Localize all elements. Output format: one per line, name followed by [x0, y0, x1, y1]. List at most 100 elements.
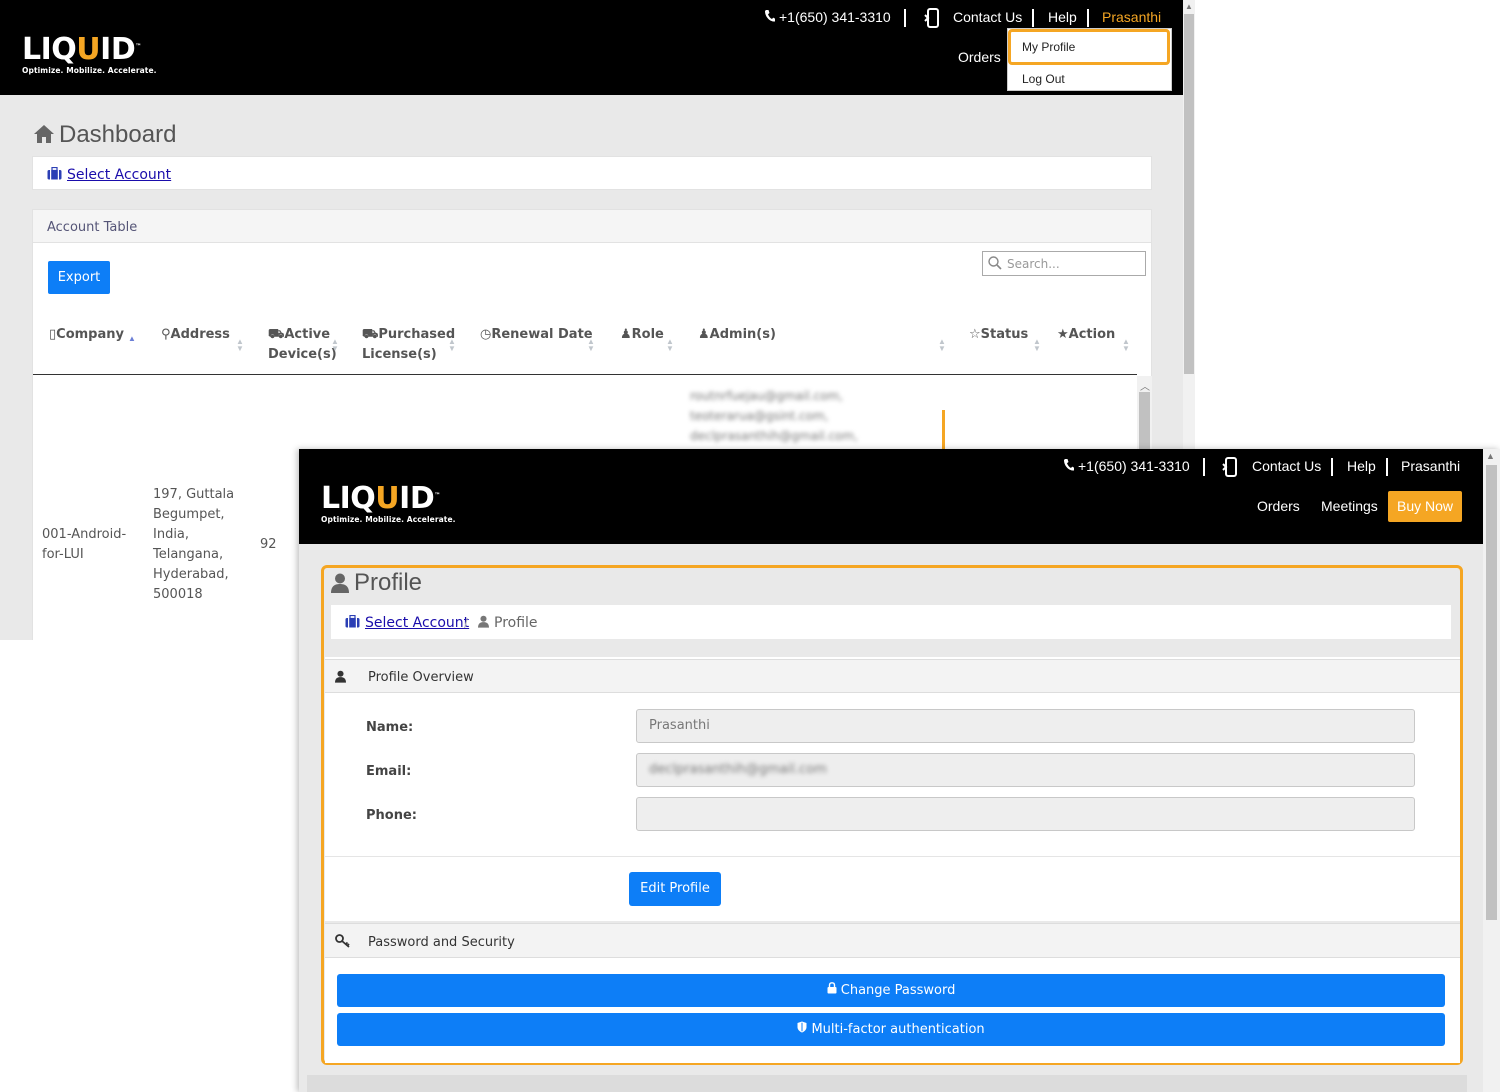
phone-field[interactable] [636, 797, 1415, 831]
header-orders[interactable]: Orders [1257, 498, 1300, 514]
edit-profile-button[interactable]: Edit Profile [629, 872, 721, 906]
column-header-status[interactable]: ☆Status [969, 325, 1028, 345]
phone-icon [764, 9, 775, 26]
breadcrumb: Select Account / Profile [331, 605, 1451, 639]
scroll-up-icon[interactable]: ▲ [1185, 2, 1193, 11]
header-divider [1331, 458, 1333, 476]
page-footer-strip [307, 1075, 1467, 1092]
header-divider [1032, 9, 1034, 27]
email-label: Email: [366, 764, 412, 779]
cell-admins: routnrfuejau@gmail.com, teoterarua@gsint… [690, 389, 858, 443]
export-button[interactable]: Export [48, 261, 110, 294]
sort-icon[interactable]: ▲ ▼ [1033, 338, 1041, 353]
sort-ascending-icon[interactable]: ▲ [128, 335, 136, 343]
cart-icon: ⛟ [362, 327, 379, 342]
phone-icon [1063, 458, 1074, 475]
header-user-menu[interactable]: Prasanthi [1401, 458, 1460, 474]
star-icon: ★ [1057, 327, 1069, 342]
password-security-heading: Password and Security [325, 923, 1460, 958]
cart-icon: ⛟ [268, 327, 285, 342]
header-divider [1203, 458, 1205, 476]
menu-item-log-out[interactable]: Log Out [1008, 72, 1171, 86]
column-header-active-devices[interactable]: ⛟Active Device(s) [268, 325, 337, 365]
header-phone[interactable]: +1(650) 341-3310 [779, 9, 891, 25]
password-security-panel: Password and Security Change Password Mu… [325, 923, 1460, 1063]
liquid-logo[interactable]: LIQUID™ Optimize. Mobilize. Accelerate. [22, 32, 157, 76]
column-header-address[interactable]: ⚲Address [161, 325, 230, 345]
divider [325, 856, 1460, 857]
mobile-device-icon [1222, 457, 1240, 480]
phone-label: Phone: [366, 808, 417, 823]
column-header-purchased-licenses[interactable]: ⛟Purchased License(s) [362, 325, 455, 365]
liquid-logo[interactable]: LIQUID™ Optimize. Mobilize. Accelerate. [321, 481, 456, 525]
select-account-link[interactable]: Select Account [67, 167, 171, 183]
change-password-button[interactable]: Change Password [337, 974, 1445, 1007]
search-placeholder: Search... [1007, 257, 1060, 271]
mfa-button[interactable]: Multi-factor authentication [337, 1013, 1445, 1046]
lock-icon [827, 982, 837, 998]
sort-icon[interactable]: ▲ ▼ [666, 338, 674, 353]
section-title: Password and Security [368, 935, 515, 950]
scroll-up-icon[interactable]: ︿ [1140, 378, 1150, 393]
map-marker-icon: ⚲ [161, 327, 171, 342]
mobile-device-icon [924, 8, 942, 31]
user-icon [335, 670, 346, 688]
table-search-input[interactable]: Search... [982, 251, 1146, 276]
account-table-title: Account Table [47, 220, 138, 235]
buy-now-button[interactable]: Buy Now [1388, 491, 1462, 522]
column-header-renewal-date[interactable]: ◷Renewal Date [480, 325, 593, 345]
scroll-up-icon[interactable]: ▲ [1486, 451, 1495, 461]
key-icon [335, 934, 350, 953]
profile-screen: LIQUID™ Optimize. Mobilize. Accelerate. … [299, 449, 1500, 1092]
search-icon [988, 256, 1002, 275]
page-title: Profile [354, 569, 423, 596]
header-divider [1087, 9, 1089, 27]
header-user-menu[interactable]: Prasanthi [1102, 9, 1161, 25]
table-header-divider [33, 374, 1137, 375]
clock-icon: ◷ [480, 327, 492, 342]
page-title: Dashboard [59, 121, 177, 148]
header-divider [1386, 458, 1388, 476]
header-help[interactable]: Help [1347, 458, 1376, 474]
sort-icon[interactable]: ▲ ▼ [1122, 338, 1130, 353]
panel-heading [33, 210, 1151, 243]
breadcrumb-separator: / [464, 615, 468, 631]
header-contact-us[interactable]: Contact Us [953, 9, 1022, 25]
briefcase-icon [345, 614, 360, 633]
star-half-icon: ☆ [969, 327, 981, 342]
name-field[interactable]: Prasanthi [636, 709, 1415, 743]
profile-header: LIQUID™ Optimize. Mobilize. Accelerate. … [299, 449, 1483, 544]
highlight-box [1008, 29, 1170, 65]
page-scrollbar[interactable]: ▲ [1483, 449, 1500, 1092]
header-meetings[interactable]: Meetings [1321, 498, 1378, 514]
scrollbar-thumb[interactable] [1184, 14, 1194, 374]
cell-company: 001-Android- for-LUI [42, 527, 127, 562]
header-orders[interactable]: Orders [958, 49, 1001, 65]
profile-overview-panel: Profile Overview Name: Prasanthi Email: … [325, 657, 1460, 921]
header-divider [904, 9, 906, 27]
sort-icon[interactable]: ▲ ▼ [448, 338, 456, 353]
home-icon [33, 124, 55, 149]
breadcrumb-select-account-link[interactable]: Select Account [365, 615, 469, 631]
breadcrumb-current: Profile [494, 615, 538, 631]
user-icon [478, 615, 489, 633]
column-header-admins[interactable]: ♟Admin(s) [698, 325, 776, 345]
email-field[interactable]: declprasanthih@gmail.com [636, 753, 1415, 787]
shield-icon [797, 1021, 807, 1037]
name-label: Name: [366, 720, 414, 735]
scrollbar-thumb[interactable] [1486, 465, 1497, 920]
column-header-action[interactable]: ★Action [1057, 325, 1115, 345]
sort-icon[interactable]: ▲ ▼ [236, 338, 244, 353]
select-account-panel: Select Account [32, 156, 1152, 190]
header-help[interactable]: Help [1048, 9, 1077, 25]
sort-icon[interactable]: ▲ ▼ [587, 338, 595, 353]
sort-icon[interactable]: ▲ ▼ [938, 338, 946, 353]
header-phone[interactable]: +1(650) 341-3310 [1078, 458, 1190, 474]
column-header-role[interactable]: ♟Role [620, 325, 664, 345]
profile-overview-heading: Profile Overview [325, 659, 1460, 693]
dashboard-header: LIQUID™ Optimize. Mobilize. Accelerate. … [0, 0, 1183, 95]
user-icon: ♟ [698, 327, 710, 342]
sort-icon[interactable]: ▲ ▼ [331, 338, 339, 353]
header-contact-us[interactable]: Contact Us [1252, 458, 1321, 474]
column-header-company[interactable]: ▯Company [49, 325, 124, 345]
